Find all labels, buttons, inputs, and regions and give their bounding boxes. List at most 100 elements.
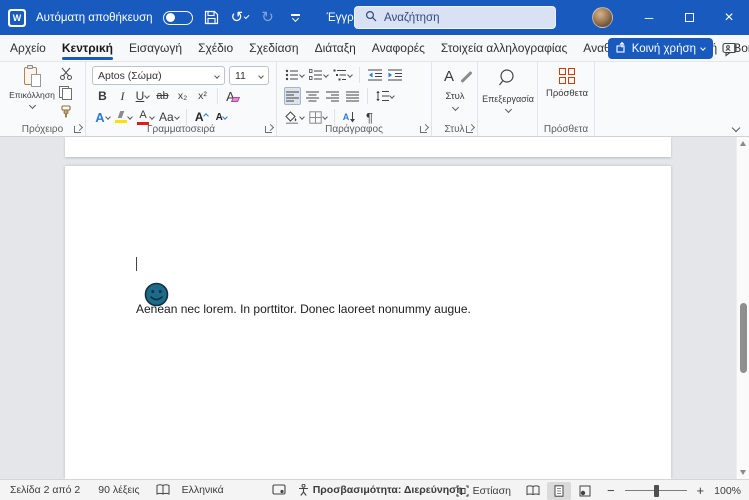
read-mode-button[interactable] (521, 482, 545, 500)
clipboard-group-label: Πρόχειρο (21, 124, 64, 135)
word-application-window: W Αυτόματη αποθήκευση ↺ ↻ Έγγραφο1 -... … (0, 0, 749, 500)
share-icon (616, 41, 627, 56)
font-group: Aptos (Σώμα) 11 B I U ab x₂ x² A A A Aa … (86, 62, 277, 136)
zoom-slider-thumb[interactable] (653, 484, 659, 497)
addins-group-label: Πρόσθετα (543, 124, 589, 135)
zoom-level[interactable]: 100% (714, 485, 741, 497)
status-bar: Σελίδα 2 από 2 90 λέξεις Ελληνικά Προσβα… (0, 479, 749, 500)
toggle-knob (165, 12, 175, 22)
recording-indicator-icon[interactable] (272, 484, 286, 496)
accessibility-icon (298, 484, 308, 496)
word-count[interactable]: 90 λέξεις (98, 484, 139, 496)
increase-indent-button[interactable] (386, 66, 403, 84)
web-layout-button[interactable] (573, 482, 597, 500)
zoom-in-button[interactable]: + (697, 483, 705, 498)
tab-file[interactable]: Αρχείο (2, 35, 54, 61)
tab-mailings[interactable]: Στοιχεία αλληλογραφίας (433, 35, 575, 61)
bullets-button[interactable] (284, 66, 305, 84)
text-cursor (136, 257, 137, 271)
align-left-button[interactable] (284, 87, 301, 105)
clear-formatting-button[interactable]: A (224, 87, 241, 105)
undo-dropdown-chevron[interactable] (243, 13, 250, 19)
font-group-label: Γραμματοσειρά (147, 124, 215, 135)
italic-button[interactable]: I (114, 87, 131, 105)
justify-button[interactable] (344, 87, 361, 105)
addins-grid-icon (558, 68, 576, 85)
bold-button[interactable]: B (94, 87, 111, 105)
line-spacing-button[interactable] (374, 87, 395, 105)
collapse-ribbon-chevron[interactable] (731, 123, 741, 133)
paste-button[interactable]: Επικόλληση (8, 65, 56, 110)
zoom-slider[interactable] (624, 484, 687, 497)
superscript-button[interactable]: x² (194, 87, 211, 105)
word-logo-letter: W (10, 10, 24, 25)
focus-mode-button[interactable]: Εστίαση (456, 485, 511, 497)
comments-icon[interactable] (719, 39, 741, 59)
tab-home[interactable]: Κεντρική (54, 35, 121, 61)
search-input[interactable]: Αναζήτηση (354, 6, 556, 29)
align-center-button[interactable] (304, 87, 321, 105)
copy-button[interactable] (59, 86, 72, 100)
scroll-up-arrow[interactable] (740, 141, 746, 146)
font-size-select[interactable]: 11 (229, 66, 269, 85)
editing-button[interactable]: Επεξεργασία (480, 68, 536, 114)
word-app-icon[interactable]: W (8, 8, 26, 27)
scroll-down-arrow[interactable] (740, 470, 746, 475)
focus-icon (456, 484, 469, 497)
vertical-scrollbar[interactable] (736, 137, 749, 479)
addins-button[interactable]: Πρόσθετα (542, 68, 592, 99)
language-indicator[interactable]: Ελληνικά (182, 484, 224, 496)
print-layout-button[interactable] (546, 481, 571, 500)
proofing-icon[interactable] (156, 484, 170, 496)
numbering-button[interactable] (308, 66, 329, 84)
scrollbar-thumb[interactable] (740, 303, 747, 373)
zoom-out-button[interactable]: − (607, 483, 615, 498)
document-canvas: Aenean nec lorem. In porttitor. Donec la… (0, 137, 749, 479)
styles-dialog-launcher[interactable] (466, 125, 474, 133)
addins-group: Πρόσθετα Πρόσθετα (538, 62, 595, 136)
search-placeholder-text: Αναζήτηση (384, 11, 440, 24)
styles-button[interactable]: A Στυλ (436, 68, 474, 112)
cut-button[interactable] (59, 67, 73, 80)
page-2[interactable]: Aenean nec lorem. In porttitor. Donec la… (65, 166, 671, 479)
redo-button: ↻ (261, 9, 274, 26)
page-indicator[interactable]: Σελίδα 2 από 2 (10, 484, 80, 496)
paste-clipboard-icon (23, 65, 41, 87)
tab-layout[interactable]: Διάταξη (307, 35, 364, 61)
editing-search-icon (498, 68, 518, 91)
tab-insert[interactable]: Εισαγωγή (121, 35, 190, 61)
share-button[interactable]: Κοινή χρήση (607, 38, 713, 59)
account-avatar[interactable] (592, 7, 613, 28)
minimize-button[interactable]: ─ (629, 0, 669, 35)
font-dialog-launcher[interactable] (265, 125, 273, 133)
search-icon (365, 10, 377, 25)
subscript-button[interactable]: x₂ (174, 87, 191, 105)
underline-button[interactable]: U (134, 87, 151, 105)
view-switcher (521, 481, 597, 500)
paste-dropdown-chevron[interactable] (28, 101, 36, 110)
autosave-label: Αυτόματη αποθήκευση (36, 11, 153, 24)
tab-design[interactable]: Σχεδίαση (241, 35, 306, 61)
accessibility-status[interactable]: Προσβασιμότητα: Διερεύνηση (298, 484, 463, 496)
close-button[interactable]: × (709, 0, 749, 35)
document-body-text[interactable]: Aenean nec lorem. In porttitor. Donec la… (136, 302, 471, 316)
paragraph-dialog-launcher[interactable] (420, 125, 428, 133)
save-icon[interactable] (203, 8, 221, 28)
paragraph-group-label: Παράγραφος (325, 124, 383, 135)
autosave-toggle[interactable] (162, 10, 193, 25)
tab-draw[interactable]: Σχέδιο (190, 35, 241, 61)
font-family-select[interactable]: Aptos (Σώμα) (92, 66, 225, 85)
quick-access-overflow-icon[interactable] (287, 8, 305, 28)
eraser-icon (230, 97, 240, 102)
undo-button[interactable]: ↺ (231, 8, 250, 28)
align-right-button[interactable] (324, 87, 341, 105)
decrease-indent-button[interactable] (366, 66, 383, 84)
maximize-button[interactable] (669, 0, 709, 35)
clipboard-dialog-launcher[interactable] (74, 125, 82, 133)
tab-references[interactable]: Αναφορές (364, 35, 433, 61)
strikethrough-button[interactable]: ab (154, 87, 171, 105)
format-painter-button[interactable] (59, 105, 73, 119)
share-label: Κοινή χρήση (631, 42, 696, 55)
multilevel-list-button[interactable] (332, 66, 353, 84)
page-1-bottom[interactable] (65, 137, 671, 157)
